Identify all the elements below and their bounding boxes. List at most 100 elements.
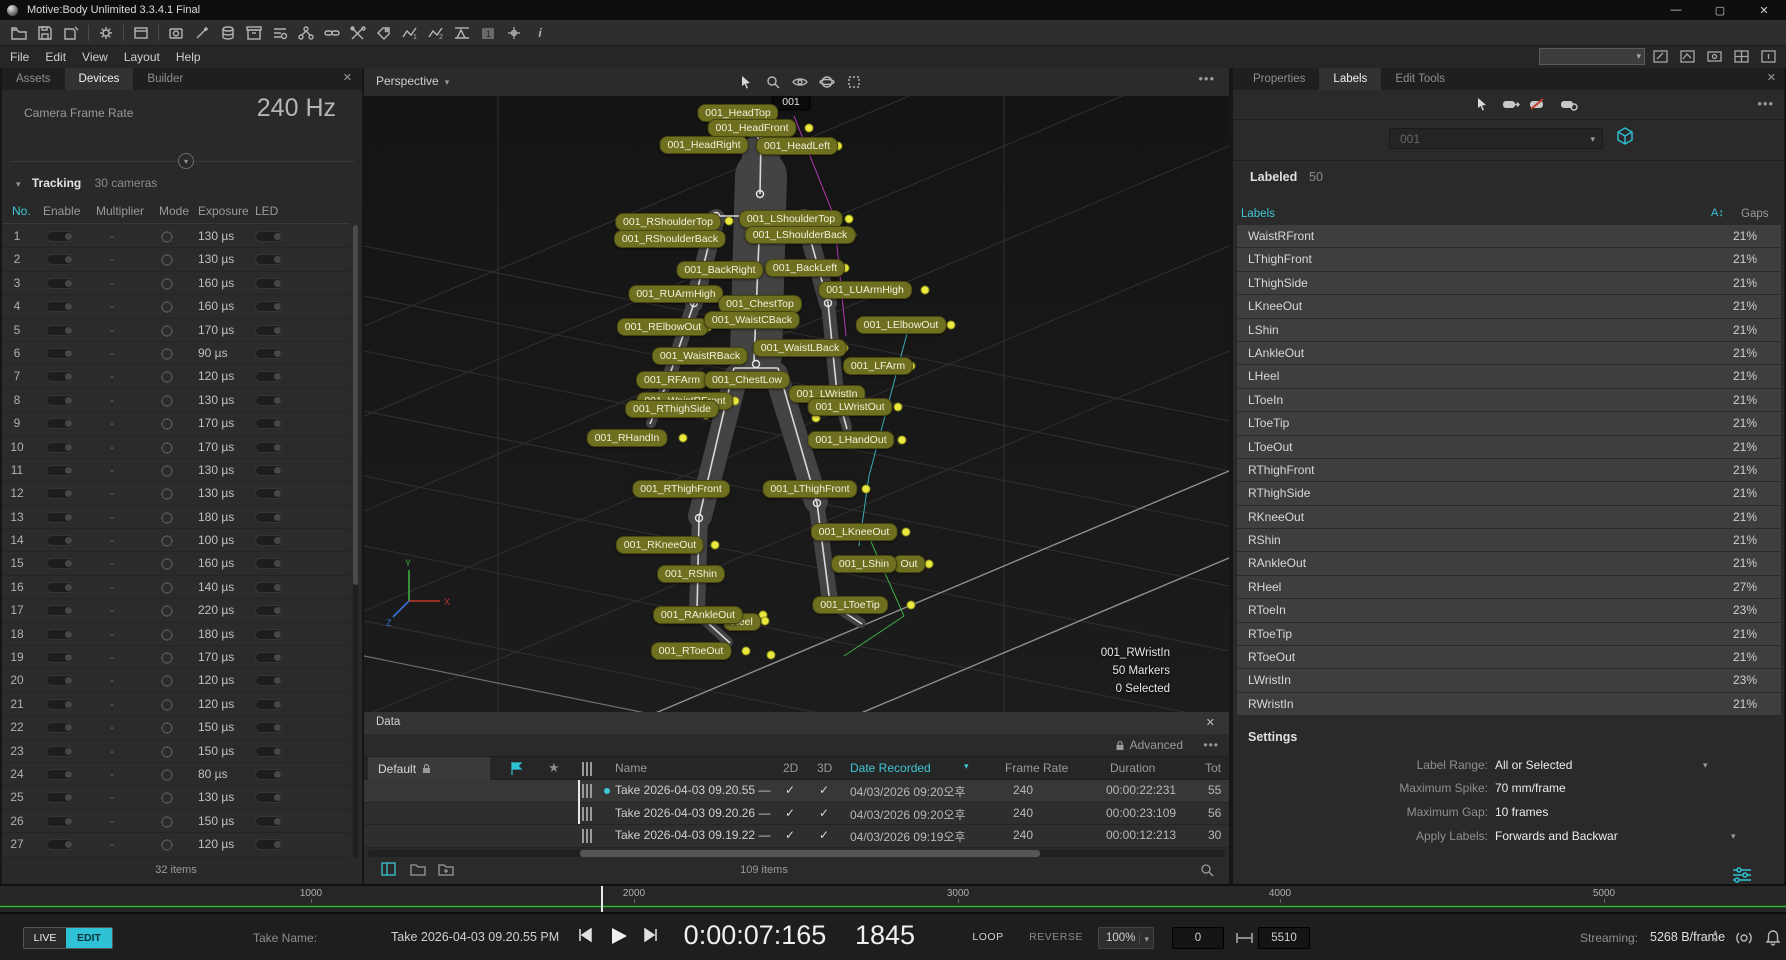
marker-label-badge[interactable]: 001_RThighFront bbox=[632, 480, 730, 498]
layout-preset-combobox[interactable]: ▾ bbox=[1539, 48, 1645, 65]
marker-label-badge[interactable]: 001_HeadLeft bbox=[756, 137, 838, 155]
camera-row[interactable]: 5-170 µs bbox=[2, 319, 350, 342]
marker-label-badge[interactable]: Out bbox=[893, 555, 926, 573]
exposure-value[interactable]: 100 µs bbox=[198, 533, 234, 547]
camera-row[interactable]: 8-130 µs bbox=[2, 389, 350, 412]
camera-row[interactable]: 26-150 µs bbox=[2, 810, 350, 833]
exposure-value[interactable]: 220 µs bbox=[198, 603, 234, 617]
exposure-value[interactable]: 170 µs bbox=[198, 323, 234, 337]
led-toggle[interactable] bbox=[255, 301, 283, 312]
col-2d[interactable]: 2D bbox=[783, 761, 798, 775]
exposure-value[interactable]: 120 µs bbox=[198, 673, 234, 687]
mode-icon[interactable] bbox=[160, 651, 174, 665]
info-icon[interactable]: i bbox=[529, 24, 551, 42]
exposure-value[interactable]: 130 µs bbox=[198, 790, 234, 804]
led-toggle[interactable] bbox=[255, 278, 283, 289]
current-frame-display[interactable]: 1845 bbox=[845, 920, 925, 951]
visibility-eye-icon[interactable] bbox=[786, 72, 813, 92]
search-icon[interactable] bbox=[1199, 862, 1215, 878]
camera-row[interactable]: 2-130 µs bbox=[2, 248, 350, 271]
marker-label-badge[interactable]: 001_RShoulderTop bbox=[615, 213, 721, 231]
label-settings-icon[interactable] bbox=[1556, 94, 1582, 114]
marker-label-badge[interactable]: 001_LFArm bbox=[843, 357, 913, 375]
view-selector[interactable]: Perspective▾ bbox=[376, 74, 449, 88]
exposure-value[interactable]: 130 µs bbox=[198, 229, 234, 243]
label-row[interactable]: LHeel21% bbox=[1237, 365, 1781, 388]
play-icon[interactable] bbox=[608, 926, 630, 946]
save-as-icon[interactable] bbox=[60, 24, 82, 42]
camera-row[interactable]: 7-120 µs bbox=[2, 365, 350, 388]
exposure-value[interactable]: 150 µs bbox=[198, 720, 234, 734]
flag-icon[interactable] bbox=[510, 761, 523, 776]
marker-label-badge[interactable]: 001_LWristOut bbox=[807, 398, 892, 416]
camera-row[interactable]: 20-120 µs bbox=[2, 669, 350, 692]
led-toggle[interactable] bbox=[255, 465, 283, 476]
enable-toggle[interactable] bbox=[46, 325, 74, 336]
mode-icon[interactable] bbox=[160, 838, 174, 852]
camera-row[interactable]: 17-220 µs bbox=[2, 599, 350, 622]
mode-icon[interactable] bbox=[160, 768, 174, 782]
menu-layout[interactable]: Layout bbox=[124, 50, 160, 64]
tab-properties[interactable]: Properties bbox=[1239, 68, 1319, 90]
layout-icon[interactable] bbox=[130, 24, 152, 42]
marker-label-badge[interactable]: 001_RToeOut bbox=[651, 642, 732, 660]
label-row[interactable]: RWristIn21% bbox=[1237, 693, 1781, 716]
mode-icon[interactable] bbox=[160, 324, 174, 338]
frame-rate-value[interactable]: 240 Hz bbox=[257, 94, 336, 123]
mode-icon[interactable] bbox=[160, 487, 174, 501]
label-row[interactable]: LWristIn23% bbox=[1237, 669, 1781, 692]
mode-icon[interactable] bbox=[160, 394, 174, 408]
label-row[interactable]: LThighFront21% bbox=[1237, 248, 1781, 271]
camera-row[interactable]: 13-180 µs bbox=[2, 506, 350, 529]
exposure-value[interactable]: 170 µs bbox=[198, 650, 234, 664]
enable-toggle[interactable] bbox=[46, 605, 74, 616]
probe-icon[interactable] bbox=[503, 24, 525, 42]
enable-toggle[interactable] bbox=[46, 231, 74, 242]
session-selector[interactable]: Default bbox=[368, 757, 490, 780]
open-project-icon[interactable] bbox=[8, 24, 30, 42]
edit-button[interactable]: EDIT bbox=[66, 928, 112, 948]
col-duration[interactable]: Duration bbox=[1110, 761, 1155, 775]
marker-label-badge[interactable]: 001_RThighSide bbox=[625, 400, 719, 418]
camera-row[interactable]: 14-100 µs bbox=[2, 529, 350, 552]
exposure-value[interactable]: 130 µs bbox=[198, 393, 234, 407]
exposure-value[interactable]: 160 µs bbox=[198, 276, 234, 290]
notifications-bell-icon[interactable] bbox=[1764, 928, 1782, 948]
mode-icon[interactable] bbox=[160, 230, 174, 244]
led-toggle[interactable] bbox=[255, 582, 283, 593]
mode-icon[interactable] bbox=[160, 745, 174, 759]
data-more-icon[interactable]: ••• bbox=[1203, 738, 1219, 752]
led-toggle[interactable] bbox=[255, 629, 283, 640]
archive-icon[interactable] bbox=[243, 24, 265, 42]
led-toggle[interactable] bbox=[255, 488, 283, 499]
led-toggle[interactable] bbox=[255, 395, 283, 406]
left-panel-close-icon[interactable]: ✕ bbox=[343, 71, 352, 84]
camera-row[interactable]: 23-150 µs bbox=[2, 740, 350, 763]
camera-calibration-icon[interactable] bbox=[165, 24, 187, 42]
filter-sliders-icon[interactable] bbox=[1731, 866, 1753, 884]
max-spike-value[interactable]: 70 mm/frame bbox=[1495, 781, 1566, 795]
tab-devices[interactable]: Devices bbox=[65, 68, 134, 90]
marker-label-badge[interactable]: 001_WaistCBack bbox=[704, 311, 800, 329]
marker-label-badge[interactable]: 001_BackLeft bbox=[765, 259, 845, 277]
select-cursor-icon[interactable] bbox=[732, 72, 759, 92]
marker-label-badge[interactable]: 001_LShin bbox=[831, 555, 897, 573]
tracking-group-header[interactable]: ▾ Tracking 30 cameras bbox=[16, 176, 157, 190]
barcode-icon[interactable] bbox=[582, 762, 594, 776]
col-total[interactable]: Tot bbox=[1205, 761, 1221, 775]
apply-labels-value[interactable]: Forwards and Backwar bbox=[1495, 829, 1618, 843]
take-row[interactable]: Take 2026-04-03 09.19.22 —✓✓04/03/2026 0… bbox=[364, 825, 1229, 848]
label-row[interactable]: RThighSide21% bbox=[1237, 482, 1781, 505]
enable-toggle[interactable] bbox=[46, 839, 74, 850]
menu-edit[interactable]: Edit bbox=[45, 50, 66, 64]
enable-toggle[interactable] bbox=[46, 558, 74, 569]
playback-speed-combobox[interactable]: 100%▾ bbox=[1098, 927, 1154, 949]
label-row[interactable]: RHeel27% bbox=[1237, 576, 1781, 599]
camera-row[interactable]: 24-80 µs bbox=[2, 763, 350, 786]
enable-toggle[interactable] bbox=[46, 418, 74, 429]
mode-icon[interactable] bbox=[160, 698, 174, 712]
enable-toggle[interactable] bbox=[46, 746, 74, 757]
camera-row[interactable]: 11-130 µs bbox=[2, 459, 350, 482]
exposure-value[interactable]: 150 µs bbox=[198, 744, 234, 758]
marker-label-badge[interactable]: 001_RElbowOut bbox=[617, 318, 709, 336]
